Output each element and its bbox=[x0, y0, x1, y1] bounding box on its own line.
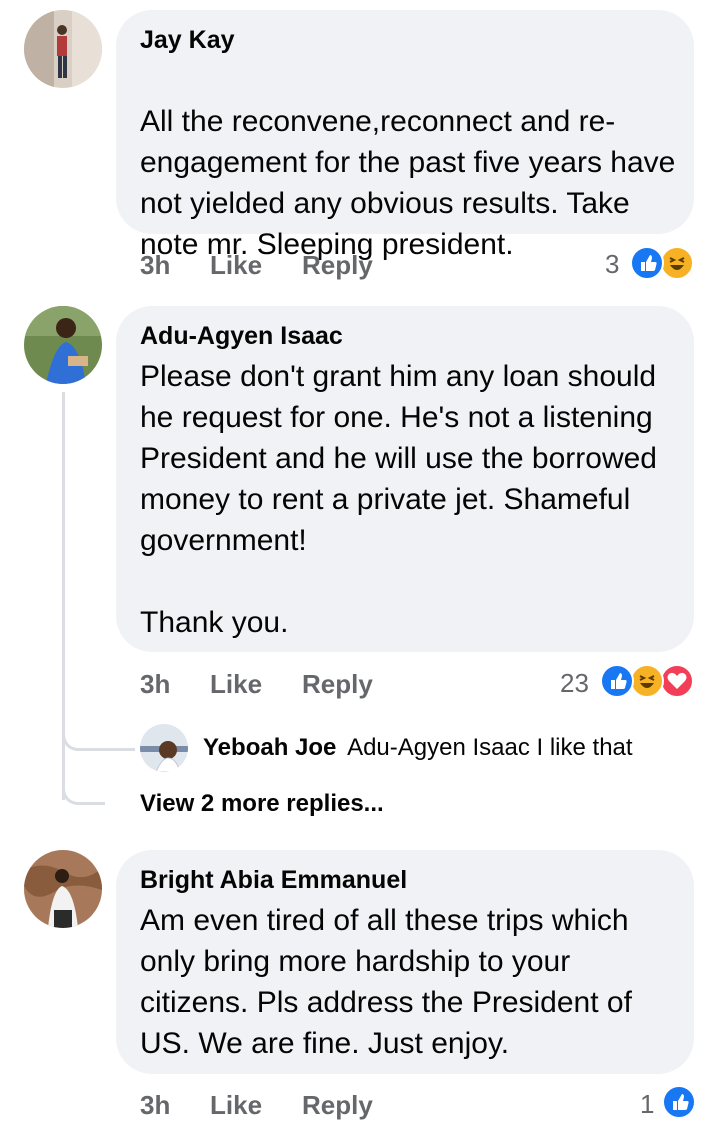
comment-bubble: Jay Kay All the reconvene,reconnect and … bbox=[116, 10, 694, 340]
user-photo bbox=[24, 850, 102, 928]
haha-icon bbox=[630, 664, 664, 698]
reply-button[interactable]: Reply bbox=[302, 1090, 373, 1121]
avatar-adu-agyen-isaac[interactable] bbox=[24, 306, 102, 384]
comment-bubble: Bright Abia Emmanuel Am even tired of al… bbox=[116, 850, 694, 1074]
like-button[interactable]: Like bbox=[210, 250, 262, 281]
user-photo bbox=[24, 10, 102, 88]
comment-author[interactable]: Jay Kay bbox=[140, 26, 235, 55]
reply-author[interactable]: Yeboah Joe bbox=[203, 734, 336, 761]
like-button[interactable]: Like bbox=[210, 669, 262, 700]
comment-text: Am even tired of all these trips which o… bbox=[140, 904, 632, 1060]
reply-line: Yeboah Joe Adu-Agyen Isaac I like that bbox=[203, 734, 633, 762]
comment-bubble: Adu-Agyen Isaac Please don't grant him a… bbox=[116, 306, 694, 652]
comment-time: 3h bbox=[140, 250, 171, 280]
avatar-bright-abia-emmanuel[interactable] bbox=[24, 850, 102, 928]
haha-icon bbox=[660, 246, 694, 280]
avatar-yeboah-joe[interactable] bbox=[140, 724, 188, 772]
thread-connector bbox=[62, 776, 105, 805]
reaction-count[interactable]: 23 bbox=[560, 668, 589, 699]
comment-author[interactable]: Bright Abia Emmanuel bbox=[140, 866, 407, 895]
like-button[interactable]: Like bbox=[210, 1090, 262, 1121]
comment-time: 3h bbox=[140, 669, 171, 699]
view-more-replies[interactable]: View 2 more replies... bbox=[140, 790, 384, 818]
comment-body: All the reconvene,reconnect and re-engag… bbox=[140, 105, 676, 261]
user-photo bbox=[24, 306, 102, 384]
reaction-count[interactable]: 1 bbox=[640, 1089, 654, 1120]
reply-text: Adu-Agyen Isaac I like that bbox=[347, 734, 633, 761]
reply-button[interactable]: Reply bbox=[302, 250, 373, 281]
like-icon bbox=[630, 246, 664, 280]
reply-button[interactable]: Reply bbox=[302, 669, 373, 700]
like-icon bbox=[600, 664, 634, 698]
like-icon bbox=[662, 1085, 696, 1119]
comment-time: 3h bbox=[140, 1090, 171, 1120]
reaction-icons[interactable] bbox=[600, 664, 700, 698]
avatar-jay-kay[interactable] bbox=[24, 10, 102, 88]
love-icon bbox=[660, 664, 694, 698]
comment-author[interactable]: Adu-Agyen Isaac bbox=[140, 322, 343, 351]
reaction-icons[interactable] bbox=[630, 246, 700, 280]
comment-text: Please don't grant him any loan should h… bbox=[140, 360, 657, 639]
thread-connector bbox=[62, 720, 135, 751]
reaction-count[interactable]: 3 bbox=[605, 249, 619, 280]
user-photo bbox=[140, 724, 188, 772]
reaction-icons[interactable] bbox=[662, 1085, 698, 1119]
